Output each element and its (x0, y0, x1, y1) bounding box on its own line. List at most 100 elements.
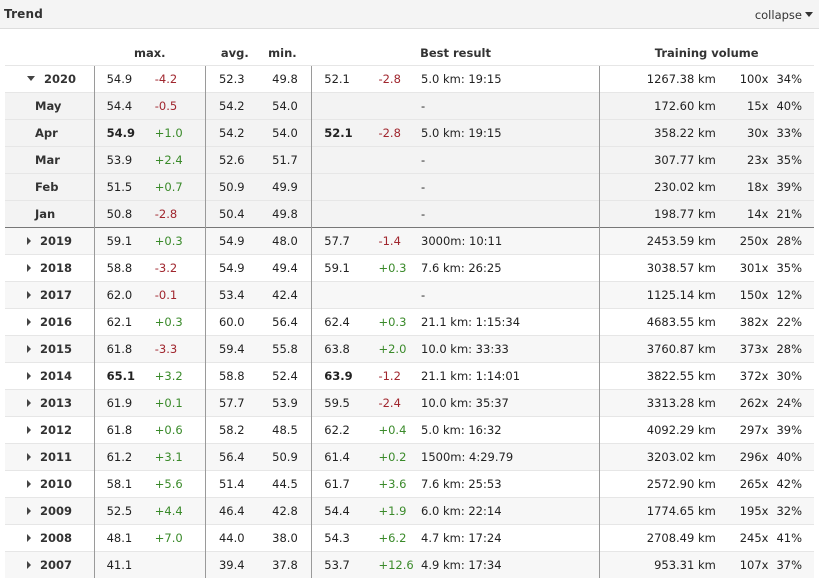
year-row[interactable]: 201361.9+0.157.753.959.5-2.410.0 km: 35:… (5, 390, 814, 417)
avg-value: 54.2 (205, 93, 264, 120)
min-value: 37.8 (264, 552, 312, 578)
avg-value: 58.8 (205, 363, 264, 390)
year-toggle[interactable]: 2011 (5, 444, 94, 471)
year-toggle[interactable]: 2018 (5, 255, 94, 282)
year-row[interactable]: 200848.1+7.044.038.054.3+6.24.7 km: 17:2… (5, 525, 814, 552)
volume-km: 2572.90 km (599, 471, 724, 498)
best-delta: +6.2 (370, 525, 417, 552)
max-value: 61.8 (94, 417, 149, 444)
row-label: 2020 (44, 72, 76, 86)
volume-count: 297x (724, 417, 777, 444)
caret-right-icon[interactable] (27, 534, 31, 542)
max-value: 65.1 (94, 363, 149, 390)
collapse-button[interactable]: collapse (755, 8, 813, 22)
year-toggle[interactable]: 2016 (5, 309, 94, 336)
avg-value: 52.3 (205, 66, 264, 93)
best-result-text: - (417, 201, 599, 228)
best-result-text: 10.0 km: 35:37 (417, 390, 599, 417)
min-value: 51.7 (264, 147, 312, 174)
best-delta: -2.4 (370, 390, 417, 417)
row-label: 2017 (40, 288, 72, 302)
volume-percent: 41% (776, 525, 814, 552)
min-value: 55.8 (264, 336, 312, 363)
caret-right-icon[interactable] (27, 264, 31, 272)
caret-right-icon[interactable] (27, 480, 31, 488)
year-row[interactable]: 201161.2+3.156.450.961.4+0.21500m: 4:29.… (5, 444, 814, 471)
best-delta: +0.3 (370, 255, 417, 282)
volume-km: 172.60 km (599, 93, 724, 120)
year-toggle[interactable]: 2019 (5, 228, 94, 255)
year-row[interactable]: 201058.1+5.651.444.561.7+3.67.6 km: 25:5… (5, 471, 814, 498)
best-value (312, 201, 371, 228)
year-toggle[interactable]: 2020 (5, 66, 94, 93)
year-toggle[interactable]: 2010 (5, 471, 94, 498)
avg-value: 54.9 (205, 255, 264, 282)
max-delta: +7.0 (149, 525, 206, 552)
year-toggle[interactable]: 2015 (5, 336, 94, 363)
row-label: 2019 (40, 234, 72, 248)
max-value: 61.2 (94, 444, 149, 471)
year-toggle[interactable]: 2008 (5, 525, 94, 552)
best-value: 52.1 (312, 66, 371, 93)
year-toggle[interactable]: 2014 (5, 363, 94, 390)
month-label: Mar (5, 147, 94, 174)
row-label: 2011 (40, 450, 72, 464)
year-toggle[interactable]: 2009 (5, 498, 94, 525)
row-label: Mar (35, 153, 60, 167)
year-row[interactable]: 201465.1+3.258.852.463.9-1.221.1 km: 1:1… (5, 363, 814, 390)
avg-value: 52.6 (205, 147, 264, 174)
table-body: 202054.9-4.252.349.852.1-2.85.0 km: 19:1… (5, 66, 814, 578)
caret-right-icon[interactable] (27, 561, 31, 569)
max-value: 62.1 (94, 309, 149, 336)
caret-right-icon[interactable] (27, 426, 31, 434)
year-row[interactable]: 201858.8-3.254.949.459.1+0.37.6 km: 26:2… (5, 255, 814, 282)
year-row[interactable]: 202054.9-4.252.349.852.1-2.85.0 km: 19:1… (5, 66, 814, 93)
avg-value: 54.9 (205, 228, 264, 255)
caret-right-icon[interactable] (27, 372, 31, 380)
year-row[interactable]: 201662.1+0.360.056.462.4+0.321.1 km: 1:1… (5, 309, 814, 336)
volume-percent: 12% (776, 282, 814, 309)
min-value: 44.5 (264, 471, 312, 498)
caret-right-icon[interactable] (27, 291, 31, 299)
year-row[interactable]: 200952.5+4.446.442.854.4+1.96.0 km: 22:1… (5, 498, 814, 525)
avg-value: 51.4 (205, 471, 264, 498)
best-value: 53.7 (312, 552, 371, 578)
caret-right-icon[interactable] (27, 507, 31, 515)
best-result-text: - (417, 147, 599, 174)
max-value: 54.9 (94, 66, 149, 93)
year-toggle[interactable]: 2012 (5, 417, 94, 444)
volume-percent: 21% (776, 201, 814, 228)
year-toggle[interactable]: 2017 (5, 282, 94, 309)
caret-down-icon[interactable] (27, 76, 35, 81)
col-header-min: min. (264, 40, 312, 66)
volume-percent: 35% (776, 255, 814, 282)
year-toggle[interactable]: 2013 (5, 390, 94, 417)
max-delta: +1.0 (149, 120, 206, 147)
avg-value: 56.4 (205, 444, 264, 471)
year-row[interactable]: 201959.1+0.354.948.057.7-1.43000m: 10:11… (5, 228, 814, 255)
max-delta: +0.7 (149, 174, 206, 201)
panel-title: Trend (4, 7, 43, 21)
volume-percent: 34% (776, 66, 814, 93)
caret-right-icon[interactable] (27, 453, 31, 461)
best-result-text: 7.6 km: 26:25 (417, 255, 599, 282)
max-delta: +3.1 (149, 444, 206, 471)
year-row[interactable]: 201261.8+0.658.248.562.2+0.45.0 km: 16:3… (5, 417, 814, 444)
best-result-text: 7.6 km: 25:53 (417, 471, 599, 498)
max-delta (149, 552, 206, 578)
year-row[interactable]: 200741.139.437.853.7+12.64.9 km: 17:3495… (5, 552, 814, 578)
caret-right-icon[interactable] (27, 399, 31, 407)
max-delta: +4.4 (149, 498, 206, 525)
max-value: 59.1 (94, 228, 149, 255)
caret-right-icon[interactable] (27, 237, 31, 245)
max-delta: -3.2 (149, 255, 206, 282)
caret-right-icon[interactable] (27, 318, 31, 326)
trend-table: max. avg. min. Best result Training volu… (5, 40, 814, 578)
caret-right-icon[interactable] (27, 345, 31, 353)
min-value: 42.4 (264, 282, 312, 309)
year-toggle[interactable]: 2007 (5, 552, 94, 578)
volume-percent: 28% (776, 228, 814, 255)
year-row[interactable]: 201762.0-0.153.442.4-1125.14 km150x12% (5, 282, 814, 309)
best-result-text: - (417, 93, 599, 120)
year-row[interactable]: 201561.8-3.359.455.863.8+2.010.0 km: 33:… (5, 336, 814, 363)
